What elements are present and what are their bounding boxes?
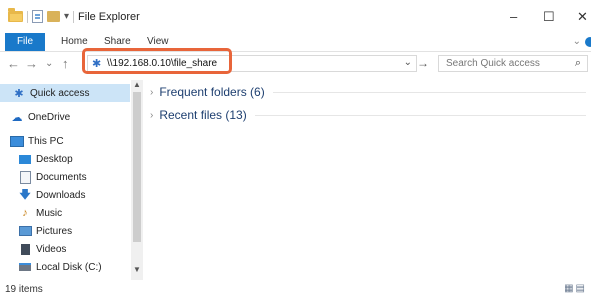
drive-icon [18, 260, 32, 274]
close-button[interactable]: ✕ [577, 10, 588, 23]
pin-icon: ✱ [14, 87, 24, 100]
sidebar-item-pictures[interactable]: Pictures [0, 222, 148, 240]
sidebar-item-label: OneDrive [28, 111, 71, 123]
sidebar-item-label: Local Disk (C:) [36, 261, 102, 273]
search-placeholder: Search Quick access [446, 58, 540, 69]
sidebar-item-this-pc[interactable]: This PC [0, 132, 140, 150]
back-button[interactable]: ← [7, 56, 20, 71]
sidebar-item-downloads[interactable]: 🡇 Downloads [0, 186, 148, 204]
navigation-pane: ✱ Quick access ☁ OneDrive This PC Deskto… [0, 78, 145, 278]
sidebar-item-onedrive[interactable]: ☁ OneDrive [0, 108, 140, 126]
new-folder-icon[interactable] [47, 11, 60, 22]
group-divider [272, 91, 586, 93]
sidebar-item-label: Quick access [30, 87, 90, 99]
sidebar-item-quick-access[interactable]: ✱ Quick access [0, 84, 130, 102]
sidebar-item-label: Pictures [36, 225, 73, 237]
computer-icon [10, 134, 24, 148]
properties-icon[interactable] [32, 10, 43, 23]
customize-toolbar-dropdown-icon[interactable]: ▾ [64, 11, 69, 22]
sidebar-item-label: Documents [36, 171, 87, 183]
maximize-button[interactable]: ☐ [543, 10, 555, 23]
group-frequent-folders[interactable]: › Frequent folders (6) [150, 84, 586, 100]
window-title: File Explorer [78, 10, 140, 23]
group-label: Recent files (13) [159, 108, 247, 122]
sidebar-item-music[interactable]: ♪ Music [0, 204, 148, 222]
scroll-up-icon[interactable]: ▲ [133, 80, 141, 89]
cloud-icon: ☁ [11, 111, 23, 124]
sidebar-item-documents[interactable]: Documents [0, 168, 148, 186]
documents-icon [18, 170, 32, 184]
recent-locations-button[interactable]: ⌄ [45, 58, 53, 69]
scroll-down-icon[interactable]: ▼ [133, 265, 141, 274]
group-divider [254, 114, 586, 116]
quick-access-toolbar: ▾ File Explorer [8, 8, 140, 23]
expand-ribbon-icon[interactable]: ⌄ [573, 36, 581, 47]
address-highlight-annotation [82, 48, 232, 74]
desktop-icon [18, 152, 32, 166]
pictures-icon [18, 224, 32, 238]
search-icon[interactable]: ⌕ [575, 57, 581, 70]
sidebar-item-label: Music [36, 207, 63, 219]
status-item-count: 19 items [5, 284, 43, 295]
folder-icon[interactable] [8, 8, 23, 22]
nav-pane-scrollbar[interactable]: ▲ ▼ [131, 80, 143, 280]
sidebar-item-videos[interactable]: Videos [0, 240, 148, 258]
sidebar-item-label: Desktop [36, 153, 73, 165]
group-recent-files[interactable]: › Recent files (13) [150, 107, 586, 123]
minimize-button[interactable]: – [510, 10, 517, 23]
sidebar-item-local-disk[interactable]: Local Disk (C:) [0, 258, 148, 276]
scroll-thumb[interactable] [133, 92, 141, 242]
sidebar-item-desktop[interactable]: Desktop [0, 150, 148, 168]
chevron-right-icon[interactable]: › [150, 110, 153, 121]
group-label: Frequent folders (6) [159, 85, 265, 99]
title-bar: ▾ File Explorer – ☐ ✕ [0, 0, 591, 32]
sidebar-item-label: Videos [36, 243, 67, 255]
view-toggle-icons[interactable]: ▦▤ [564, 283, 587, 294]
download-icon: 🡇 [19, 188, 31, 201]
videos-icon [18, 242, 32, 256]
sidebar-item-label: Downloads [36, 189, 86, 201]
chevron-right-icon[interactable]: › [150, 87, 153, 98]
search-input[interactable]: Search Quick access ⌕ [438, 55, 588, 72]
forward-button[interactable]: → [25, 56, 38, 71]
up-button[interactable]: ↑ [62, 56, 69, 71]
address-dropdown-icon[interactable]: ⌄ [404, 57, 412, 68]
go-button[interactable]: → [417, 56, 429, 70]
music-icon: ♪ [22, 207, 28, 219]
help-icon[interactable] [585, 37, 591, 47]
sidebar-item-label: This PC [28, 135, 64, 147]
toolbar-separator [27, 10, 28, 23]
toolbar-separator [73, 10, 75, 23]
tab-file[interactable]: File [5, 33, 45, 51]
